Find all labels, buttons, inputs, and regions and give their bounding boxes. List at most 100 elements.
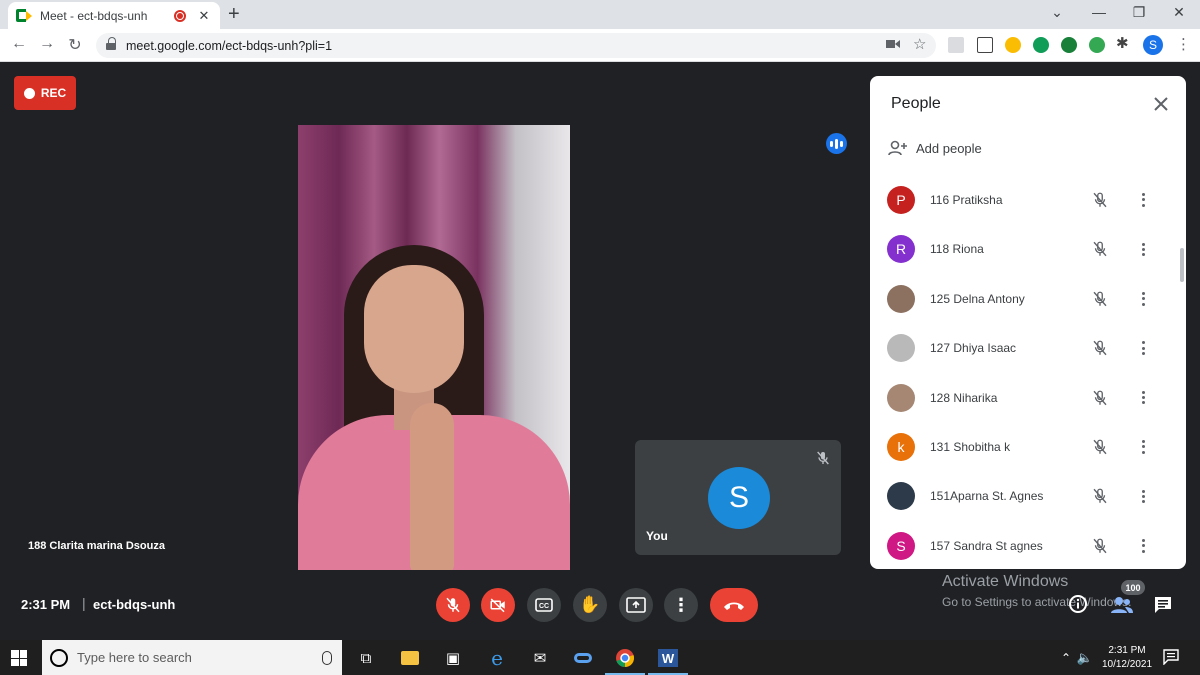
new-tab-button[interactable]: + (228, 3, 240, 26)
participant-row[interactable]: 151Aparna St. Agnes (887, 481, 1169, 511)
browser-tab-strip: Meet - ect-bdqs-unh ✕ + ⌄ — ❐ ✕ (0, 0, 1200, 29)
camera-in-use-icon[interactable] (886, 39, 900, 49)
browser-tab-meet[interactable]: Meet - ect-bdqs-unh ✕ (8, 2, 220, 29)
reload-icon[interactable]: ↻ (64, 35, 86, 55)
back-arrow-icon[interactable]: ← (8, 35, 30, 53)
people-panel: People Add people P 116 Pratiksha R 118 Rio… (870, 76, 1186, 569)
window-close-button[interactable]: ✕ (1164, 4, 1194, 21)
more-vert-icon[interactable] (1139, 485, 1147, 507)
mic-off-icon[interactable] (1091, 389, 1109, 407)
mic-off-icon[interactable] (1091, 191, 1109, 209)
more-vert-icon: ⋮ (672, 594, 690, 615)
camera-toggle-button[interactable] (481, 588, 515, 622)
extension-tabs-icon[interactable] (948, 37, 964, 53)
extension-chat-icon[interactable] (1033, 37, 1049, 53)
extension-grid-icon[interactable] (1061, 37, 1077, 53)
app-icon[interactable] (572, 647, 594, 669)
person-add-icon (888, 140, 907, 156)
extension-globe-icon[interactable] (1089, 37, 1105, 53)
participant-row[interactable]: 127 Dhiya Isaac (887, 333, 1169, 363)
tray-time: 2:31 PM (1108, 645, 1146, 656)
participant-name: 131 Shobitha k (930, 440, 1011, 454)
notifications-icon[interactable] (1163, 649, 1179, 665)
word-icon[interactable]: W (657, 647, 679, 669)
mail-icon[interactable]: ✉ (529, 647, 551, 669)
browser-menu-icon[interactable]: ⋮ (1176, 35, 1191, 53)
speaker-name-label: 188 Clarita marina Dsouza (28, 540, 165, 552)
mic-off-icon[interactable] (1091, 487, 1109, 505)
more-vert-icon[interactable] (1139, 337, 1147, 359)
participant-row[interactable]: R 118 Riona (887, 234, 1169, 264)
extension-note-icon[interactable] (977, 37, 993, 53)
participant-avatar: S (887, 531, 915, 560)
store-icon[interactable]: ▣ (442, 647, 464, 669)
participant-name: 127 Dhiya Isaac (930, 341, 1017, 356)
forward-arrow-icon[interactable]: → (36, 35, 58, 53)
participant-row[interactable]: 128 Niharika (887, 383, 1169, 413)
windows-start-icon[interactable] (11, 650, 27, 666)
chat-icon[interactable] (1153, 595, 1173, 615)
taskbar-search-placeholder: Type here to search (77, 650, 192, 665)
record-dot-icon (23, 87, 35, 99)
extensions-puzzle-icon[interactable]: ✱ (1116, 34, 1129, 52)
more-vert-icon[interactable] (1139, 387, 1147, 409)
profile-avatar[interactable]: S (1143, 35, 1163, 55)
more-vert-icon[interactable] (1139, 238, 1147, 260)
tab-close-button[interactable]: ✕ (196, 8, 212, 24)
present-screen-icon (626, 597, 646, 613)
mic-off-icon[interactable] (1091, 339, 1109, 357)
more-vert-icon[interactable] (1139, 436, 1147, 458)
participant-name: 125 Delna Antony (930, 291, 1025, 306)
more-vert-icon[interactable] (1139, 288, 1147, 310)
more-vert-icon[interactable] (1139, 189, 1147, 211)
meeting-code[interactable]: ect-bdqs-unh (93, 597, 175, 612)
mic-off-icon[interactable] (1091, 240, 1109, 258)
mic-off-icon[interactable] (1091, 290, 1109, 308)
self-view-tile[interactable]: S You (635, 440, 841, 555)
participant-row[interactable]: k 131 Shobitha k (887, 432, 1169, 462)
file-explorer-icon[interactable] (399, 647, 421, 669)
captions-button[interactable]: CC (527, 588, 561, 622)
maximize-button[interactable]: ❐ (1124, 4, 1154, 21)
mic-off-icon[interactable] (1091, 537, 1109, 555)
tab-search-button[interactable]: ⌄ (1042, 4, 1072, 21)
meeting-details-info-icon[interactable] (1068, 594, 1088, 614)
more-options-button[interactable]: ⋮ (664, 588, 698, 622)
add-people-button[interactable]: Add people (888, 140, 982, 156)
participant-avatar (887, 334, 915, 363)
raise-hand-button[interactable]: ✋ (573, 588, 607, 622)
edge-browser-icon[interactable]: e (486, 646, 508, 670)
more-vert-icon[interactable] (1139, 535, 1147, 557)
task-view-icon[interactable]: ⧉ (355, 647, 377, 669)
present-screen-button[interactable] (619, 588, 653, 622)
tray-clock[interactable]: 2:31 PM 10/12/2021 (1100, 644, 1154, 672)
participant-row[interactable]: S 157 Sandra St agnes (887, 531, 1169, 561)
microphone-icon[interactable] (322, 650, 332, 665)
mic-off-icon (446, 597, 460, 613)
close-icon[interactable] (1151, 94, 1171, 114)
mic-off-icon[interactable] (1091, 438, 1109, 456)
participant-count-badge: 100 (1121, 580, 1145, 595)
address-bar[interactable]: meet.google.com/ect-bdqs-unh?pli=1 (96, 33, 936, 58)
extension-fox-icon[interactable] (1005, 37, 1021, 53)
panel-title: People (891, 95, 941, 112)
participant-avatar (887, 482, 915, 511)
leave-call-button[interactable] (710, 588, 758, 622)
microphone-toggle-button[interactable] (436, 588, 470, 622)
volume-icon[interactable]: 🔈 (1074, 647, 1096, 669)
chrome-icon[interactable] (614, 647, 636, 669)
windows-taskbar: Type here to search ⧉ ▣ e ✉ W ⌃ 🔈 2:31 P… (0, 640, 1200, 675)
participant-row[interactable]: 125 Delna Antony (887, 284, 1169, 314)
participant-avatar: k (887, 433, 915, 461)
bookmark-star-icon[interactable]: ☆ (913, 35, 926, 53)
taskbar-search-box[interactable]: Type here to search (42, 640, 342, 675)
minimize-button[interactable]: — (1084, 4, 1114, 20)
panel-scrollbar[interactable] (1180, 248, 1184, 282)
active-speaker-icon (826, 133, 847, 154)
recording-badge: REC (14, 76, 76, 110)
recording-indicator-icon (174, 9, 186, 22)
participant-row[interactable]: P 116 Pratiksha (887, 185, 1169, 215)
participant-name: 151Aparna St. Agnes (930, 489, 1044, 504)
activate-windows-subtitle: Go to Settings to activate Windows. (942, 595, 1132, 609)
people-icon[interactable] (1110, 596, 1134, 614)
